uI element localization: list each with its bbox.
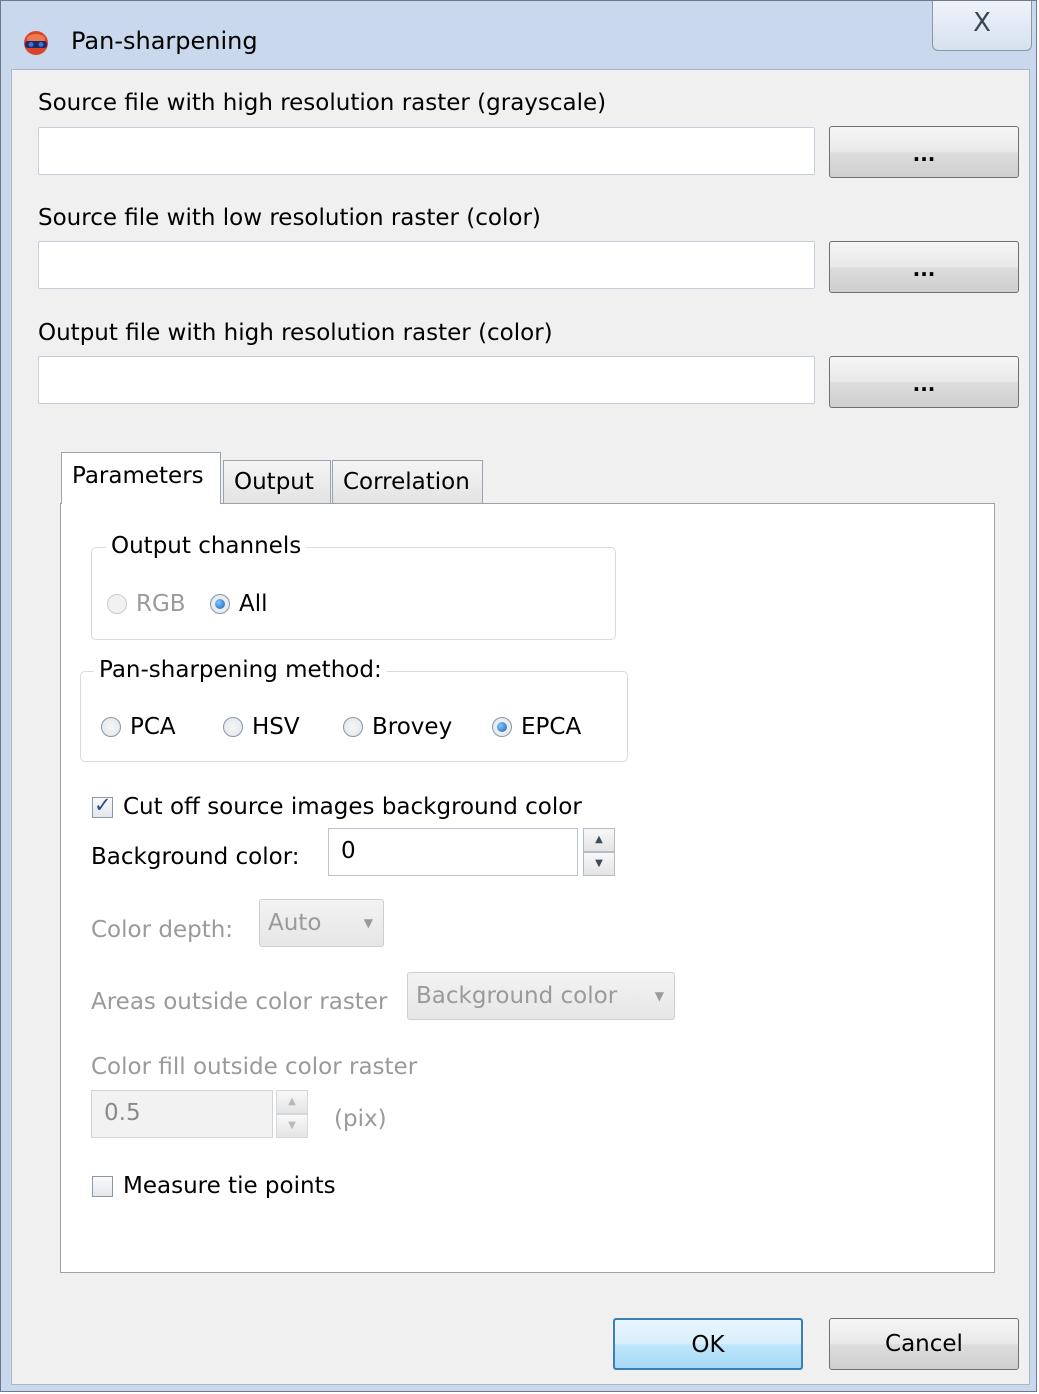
title-bar[interactable]: Pan-sharpening X <box>1 1 1036 69</box>
ok-button[interactable]: OK <box>613 1318 803 1370</box>
source-high-label: Source file with high resolution raster … <box>38 90 607 116</box>
radio-epca-indicator <box>492 717 512 737</box>
cut-off-checkbox[interactable]: Cut off source images background color <box>92 793 582 820</box>
output-high-label: Output file with high resolution raster … <box>38 320 553 346</box>
spin-up-icon[interactable]: ▲ <box>276 1090 308 1114</box>
spin-down-icon[interactable]: ▼ <box>583 852 615 876</box>
color-fill-label: Color fill outside color raster <box>91 1054 418 1080</box>
radio-brovey-indicator <box>343 717 363 737</box>
cancel-button[interactable]: Cancel <box>829 1318 1019 1370</box>
radio-hsv-indicator <box>223 717 243 737</box>
radio-pca-indicator <box>101 717 121 737</box>
dialog-window: Pan-sharpening X Source file with high r… <box>0 0 1037 1392</box>
measure-tie-points-label: Measure tie points <box>123 1173 336 1199</box>
method-title: Pan-sharpening method: <box>94 657 387 683</box>
chevron-down-icon: ▼ <box>654 989 664 1003</box>
tab-output[interactable]: Output <box>223 460 331 504</box>
method-group: Pan-sharpening method: PCA HSV Brovey EP… <box>80 657 628 762</box>
radio-pca-label: PCA <box>130 714 176 740</box>
measure-tie-points-checkbox[interactable]: Measure tie points <box>92 1173 336 1199</box>
source-high-input[interactable] <box>38 127 815 175</box>
close-button[interactable]: X <box>932 1 1032 51</box>
radio-brovey[interactable]: Brovey <box>343 714 452 740</box>
radio-all-label: All <box>239 591 268 617</box>
color-depth-value: Auto <box>268 910 322 936</box>
source-low-browse-button[interactable]: ... <box>829 241 1019 293</box>
output-high-browse-button[interactable]: ... <box>829 356 1019 408</box>
cut-off-label: Cut off source images background color <box>123 794 582 820</box>
color-fill-unit: (pix) <box>334 1106 387 1132</box>
chevron-down-icon: ▼ <box>363 916 373 930</box>
radio-rgb[interactable]: RGB <box>107 591 186 617</box>
source-high-browse-button[interactable]: ... <box>829 126 1019 178</box>
color-depth-label: Color depth: <box>91 917 234 943</box>
parameters-panel: Output channels RGB All Pan-sharpening m… <box>60 503 995 1273</box>
background-color-input[interactable]: 0 <box>328 828 578 876</box>
background-color-label: Background color: <box>91 844 300 870</box>
areas-outside-label: Areas outside color raster <box>91 989 388 1015</box>
output-high-input[interactable] <box>38 356 815 404</box>
close-icon: X <box>973 8 991 38</box>
areas-outside-select[interactable]: Background color ▼ <box>407 972 675 1020</box>
radio-hsv[interactable]: HSV <box>223 714 300 740</box>
output-channels-group: Output channels RGB All <box>91 533 616 640</box>
radio-brovey-label: Brovey <box>372 714 453 740</box>
radio-rgb-indicator <box>107 594 127 614</box>
radio-pca[interactable]: PCA <box>101 714 176 740</box>
radio-all-indicator <box>210 594 230 614</box>
source-low-label: Source file with low resolution raster (… <box>38 205 541 231</box>
spin-down-icon[interactable]: ▼ <box>276 1114 308 1138</box>
spin-up-icon[interactable]: ▲ <box>583 828 615 852</box>
cut-off-check-indicator <box>92 793 113 818</box>
output-channels-title: Output channels <box>106 533 307 559</box>
radio-epca[interactable]: EPCA <box>492 714 581 740</box>
measure-tie-points-check-indicator <box>92 1175 113 1197</box>
tab-parameters[interactable]: Parameters <box>61 452 221 504</box>
radio-all[interactable]: All <box>210 591 268 617</box>
radio-hsv-label: HSV <box>252 714 300 740</box>
color-fill-input[interactable]: 0.5 <box>91 1090 273 1138</box>
dialog-body: Source file with high resolution raster … <box>11 69 1030 1385</box>
app-icon <box>24 31 48 55</box>
radio-epca-label: EPCA <box>521 714 582 740</box>
radio-rgb-label: RGB <box>136 591 186 617</box>
background-color-spinner[interactable]: ▲ ▼ <box>583 828 615 876</box>
window-title: Pan-sharpening <box>71 27 258 55</box>
tab-correlation[interactable]: Correlation <box>332 460 483 504</box>
source-low-input[interactable] <box>38 241 815 289</box>
color-depth-select[interactable]: Auto ▼ <box>259 899 384 947</box>
areas-outside-value: Background color <box>416 983 618 1009</box>
color-fill-spinner[interactable]: ▲ ▼ <box>276 1090 308 1138</box>
